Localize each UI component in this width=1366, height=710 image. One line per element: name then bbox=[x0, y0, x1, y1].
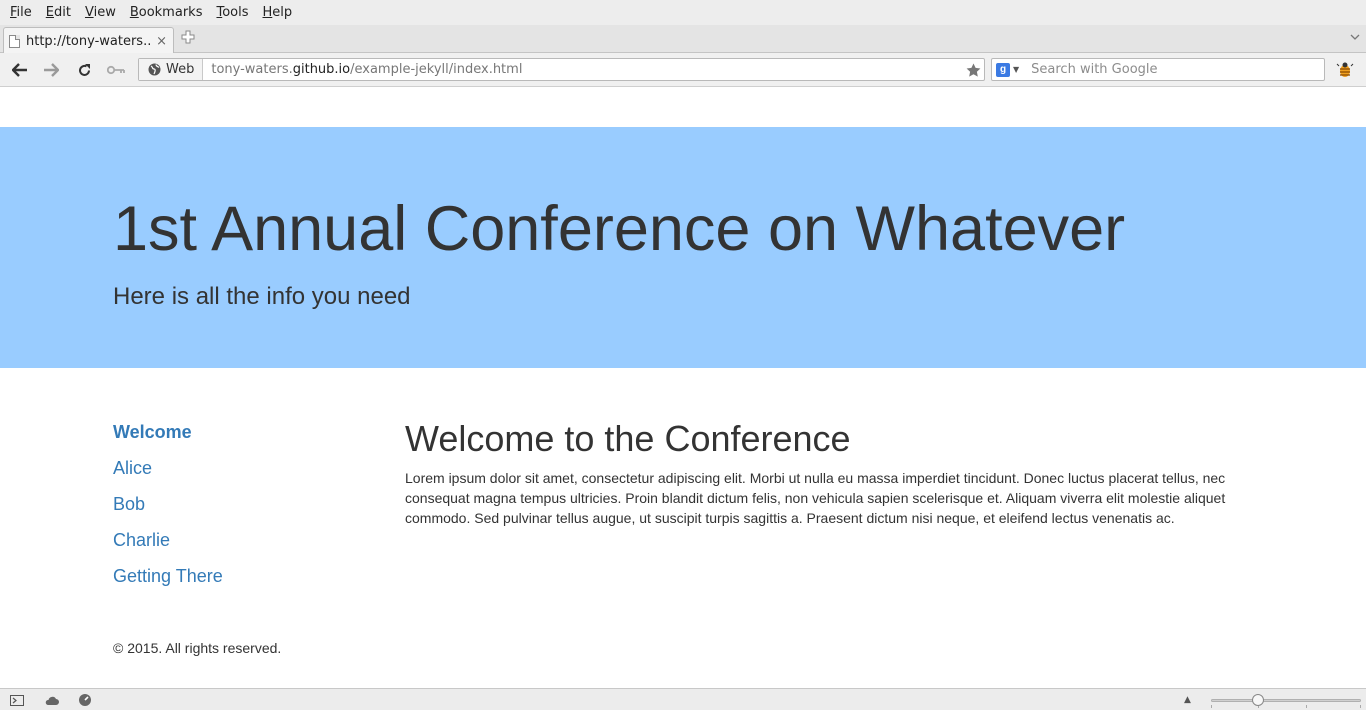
zoom-slider[interactable] bbox=[1211, 693, 1361, 708]
console-icon[interactable] bbox=[9, 693, 25, 707]
zoom-caret-icon[interactable]: ▲ bbox=[1184, 695, 1191, 705]
menu-bookmarks[interactable]: Bookmarks bbox=[123, 0, 210, 25]
search-engine-button[interactable]: g ▼ bbox=[992, 62, 1025, 77]
page-content: 1st Annual Conference on Whatever Here i… bbox=[0, 87, 1366, 688]
navigation-bar: Web tony-waters.github.io/example-jekyll… bbox=[0, 53, 1366, 87]
sidebar-item-bob[interactable]: Bob bbox=[113, 492, 223, 516]
section-body: Lorem ipsum dolor sit amet, consectetur … bbox=[405, 470, 1226, 526]
tab-title: http://tony-waters.... bbox=[26, 33, 153, 49]
url-prefix: tony-waters. bbox=[211, 62, 293, 77]
menu-view[interactable]: View bbox=[78, 0, 123, 25]
site-identity-button[interactable]: Web bbox=[139, 59, 204, 80]
globe-icon bbox=[148, 63, 161, 76]
url-domain: github.io bbox=[292, 62, 351, 77]
sidebar-item-charlie[interactable]: Charlie bbox=[113, 528, 223, 552]
url-path: /example-jekyll/index.html bbox=[350, 62, 523, 77]
forward-arrow-icon[interactable] bbox=[41, 60, 61, 80]
tab-list-chevron-icon[interactable] bbox=[1350, 32, 1360, 43]
zoom-tick bbox=[1360, 705, 1361, 708]
url-text[interactable]: tony-waters.github.io/example-jekyll/ind… bbox=[203, 62, 962, 77]
zoom-slider-thumb[interactable] bbox=[1252, 694, 1264, 706]
cloud-icon[interactable] bbox=[43, 693, 59, 707]
url-bar[interactable]: Web tony-waters.github.io/example-jekyll… bbox=[138, 58, 985, 81]
new-tab-icon[interactable] bbox=[180, 30, 196, 46]
jumbotron: 1st Annual Conference on Whatever Here i… bbox=[0, 127, 1366, 368]
page-icon bbox=[9, 34, 20, 48]
menu-tools[interactable]: Tools bbox=[209, 0, 255, 25]
section-heading: Welcome to the Conference bbox=[405, 418, 851, 459]
reload-icon[interactable] bbox=[74, 60, 94, 80]
menu-edit[interactable]: Edit bbox=[39, 0, 78, 25]
zoom-track bbox=[1211, 699, 1361, 702]
sidebar-item-alice[interactable]: Alice bbox=[113, 456, 223, 480]
tab-bar: http://tony-waters.... × bbox=[0, 25, 1366, 54]
menu-file[interactable]: File bbox=[3, 0, 39, 25]
sidebar-item-getting-there[interactable]: Getting There bbox=[113, 564, 223, 588]
tab-close-icon[interactable]: × bbox=[156, 34, 167, 49]
page-subtitle: Here is all the info you need bbox=[113, 283, 411, 310]
back-arrow-icon[interactable] bbox=[10, 60, 30, 80]
status-bar: ▲ bbox=[0, 688, 1366, 710]
footer-copyright: © 2015. All rights reserved. bbox=[113, 640, 282, 656]
chevron-down-icon: ▼ bbox=[1013, 65, 1020, 74]
sidebar-item-welcome[interactable]: Welcome bbox=[113, 420, 223, 444]
zoom-tick bbox=[1211, 705, 1212, 708]
key-icon[interactable] bbox=[106, 60, 126, 80]
zoom-tick bbox=[1306, 705, 1307, 708]
bookmark-star-icon[interactable] bbox=[962, 63, 984, 77]
search-bar[interactable]: g ▼ bbox=[991, 58, 1325, 81]
google-icon: g bbox=[996, 62, 1010, 77]
menu-help[interactable]: Help bbox=[256, 0, 300, 25]
page-title: 1st Annual Conference on Whatever bbox=[113, 194, 1126, 264]
browser-tab[interactable]: http://tony-waters.... × bbox=[3, 27, 174, 54]
firebug-icon[interactable] bbox=[1336, 61, 1354, 79]
menu-bar: File Edit View Bookmarks Tools Help bbox=[0, 0, 1366, 25]
speedometer-icon[interactable] bbox=[77, 693, 93, 707]
sidebar-nav: Welcome Alice Bob Charlie Getting There bbox=[113, 420, 223, 600]
search-input[interactable] bbox=[1025, 62, 1324, 77]
identity-label: Web bbox=[166, 62, 195, 77]
main-content: Welcome to the Conference Lorem ipsum do… bbox=[405, 418, 1250, 528]
